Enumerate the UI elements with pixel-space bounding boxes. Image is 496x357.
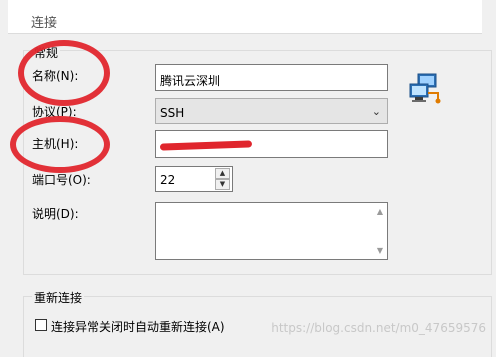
auto-reconnect-checkbox[interactable]: [35, 319, 47, 331]
name-input[interactable]: 腾讯云深圳: [155, 64, 388, 91]
port-label: 端口号(O):: [32, 173, 91, 187]
port-value: 22: [160, 173, 176, 187]
spin-down-icon[interactable]: ▼: [215, 179, 230, 190]
section-header-bar: [8, 0, 482, 34]
description-label: 说明(D):: [32, 207, 79, 221]
protocol-select[interactable]: SSH ⌄: [155, 98, 388, 124]
section-header: 连接: [8, 0, 482, 35]
network-computers-icon: [408, 72, 444, 106]
protocol-select-value: SSH: [160, 106, 185, 120]
description-textarea[interactable]: ▲ ▼: [155, 202, 388, 260]
annotation-circle-name: [18, 40, 110, 106]
scroll-up-icon[interactable]: ▲: [377, 207, 383, 216]
port-stepper[interactable]: 22 ▲ ▼: [155, 166, 233, 192]
spin-up-icon[interactable]: ▲: [215, 168, 230, 179]
watermark: https://blog.csdn.net/m0_47659576: [271, 321, 486, 335]
host-input[interactable]: [155, 130, 388, 158]
reconnect-group-title: 重新连接: [32, 289, 85, 306]
redaction-mark: [159, 140, 253, 151]
section-title: 连接: [31, 16, 58, 31]
chevron-down-icon: ⌄: [371, 105, 381, 118]
auto-reconnect-label[interactable]: 连接异常关闭时自动重新连接(A): [51, 318, 225, 335]
name-input-value: 腾讯云深圳: [160, 74, 221, 88]
annotation-circle-host: [10, 116, 110, 173]
scroll-down-icon[interactable]: ▼: [377, 246, 383, 255]
